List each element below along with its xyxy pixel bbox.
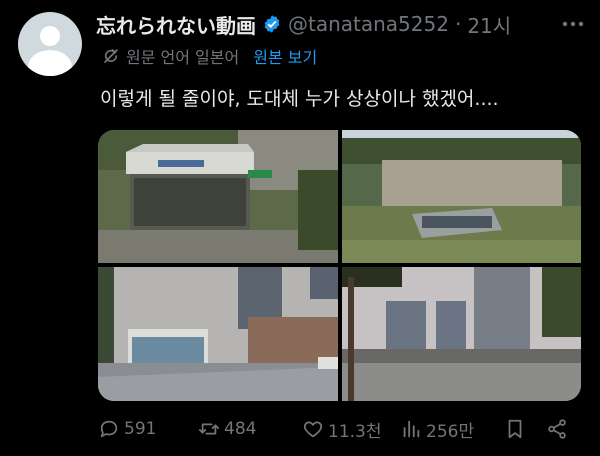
handle[interactable]: @tanatana5252 bbox=[288, 12, 449, 36]
verified-badge-icon bbox=[264, 15, 280, 33]
translate-icon bbox=[104, 49, 118, 63]
display-name[interactable]: 忘れられない動画 bbox=[96, 10, 256, 39]
retweet-icon bbox=[198, 423, 220, 435]
image-3-graphic bbox=[98, 267, 338, 401]
share-icon bbox=[548, 419, 566, 439]
reply-count: 591 bbox=[124, 419, 157, 439]
retweet-button[interactable]: 484 bbox=[198, 414, 256, 444]
media-image-2[interactable] bbox=[342, 130, 581, 263]
media-grid bbox=[98, 130, 581, 401]
more-options-button[interactable] bbox=[558, 12, 588, 36]
tweet-header: 忘れられない動画 @tanatana5252 · 21시 bbox=[96, 10, 511, 38]
media-image-1[interactable] bbox=[98, 130, 338, 263]
like-button[interactable]: 11.3천 bbox=[302, 414, 382, 444]
retweet-count: 484 bbox=[224, 419, 257, 439]
views-button[interactable]: 256만 bbox=[400, 414, 474, 444]
tweet-text: 이렇게 될 줄이야, 도대체 누가 상상이나 했겠어.... bbox=[100, 88, 499, 110]
more-icon bbox=[562, 21, 584, 27]
avatar[interactable] bbox=[18, 12, 82, 76]
reply-button[interactable]: 591 bbox=[98, 414, 156, 444]
views-icon bbox=[403, 420, 420, 438]
like-count: 11.3천 bbox=[328, 421, 382, 442]
image-1-graphic bbox=[98, 130, 338, 263]
separator: · bbox=[454, 12, 462, 36]
heart-icon bbox=[303, 421, 323, 438]
show-original-link[interactable]: 원본 보기 bbox=[253, 44, 317, 68]
action-bar: 591 484 11.3천 256만 bbox=[98, 414, 578, 444]
avatar-head bbox=[40, 26, 60, 46]
bookmark-icon bbox=[508, 419, 522, 439]
image-2-graphic bbox=[342, 130, 581, 263]
timestamp[interactable]: 21시 bbox=[467, 10, 511, 39]
image-4-graphic bbox=[342, 267, 581, 401]
media-image-4[interactable] bbox=[342, 267, 581, 401]
translation-label: 원문 언어 일본어 bbox=[126, 48, 240, 67]
avatar-body bbox=[28, 50, 72, 76]
views-count: 256만 bbox=[426, 421, 475, 442]
share-button[interactable] bbox=[546, 414, 572, 444]
media-image-3[interactable] bbox=[98, 267, 338, 401]
reply-icon bbox=[100, 420, 118, 438]
translation-row: 원문 언어 일본어 원본 보기 bbox=[102, 44, 317, 68]
bookmark-button[interactable] bbox=[504, 414, 530, 444]
